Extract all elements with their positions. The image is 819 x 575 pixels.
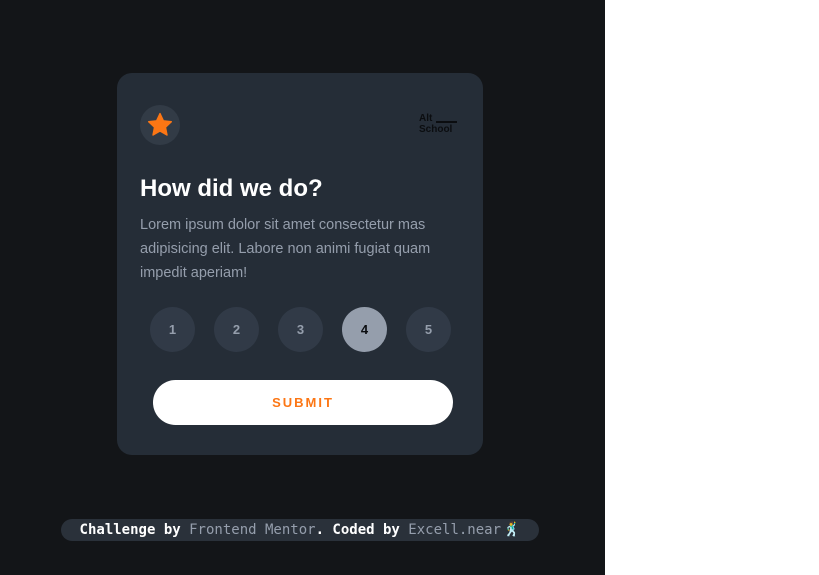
rating-button-3[interactable]: 3 bbox=[278, 307, 323, 352]
rating-card: Alt School How did we do? Lorem ipsum do… bbox=[117, 73, 483, 455]
logo-line-1: Alt bbox=[419, 113, 433, 124]
dancer-emoji: 🕺 bbox=[503, 522, 521, 538]
attribution-middle: . Coded by bbox=[315, 522, 400, 538]
star-icon bbox=[147, 112, 173, 136]
rating-button-2[interactable]: 2 bbox=[214, 307, 259, 352]
logo-bar bbox=[436, 121, 457, 123]
altschool-logo: Alt School bbox=[419, 114, 459, 136]
rating-button-1[interactable]: 1 bbox=[150, 307, 195, 352]
logo-line-2: School bbox=[419, 124, 453, 135]
frontend-mentor-link[interactable]: Frontend Mentor bbox=[189, 522, 315, 538]
card-title: How did we do? bbox=[140, 175, 323, 202]
attribution: Challenge by Frontend Mentor. Coded by E… bbox=[61, 519, 539, 541]
rating-options: 1 2 3 4 5 bbox=[150, 307, 452, 352]
author-link[interactable]: Excell.near bbox=[408, 522, 501, 538]
rating-button-4[interactable]: 4 bbox=[342, 307, 387, 352]
submit-button[interactable]: SUBMIT bbox=[153, 380, 453, 425]
attribution-prefix: Challenge by bbox=[79, 522, 181, 538]
page-background: Alt School How did we do? Lorem ipsum do… bbox=[0, 0, 605, 575]
star-badge bbox=[140, 105, 180, 145]
rating-button-5[interactable]: 5 bbox=[406, 307, 451, 352]
card-description: Lorem ipsum dolor sit amet consectetur m… bbox=[140, 217, 431, 281]
